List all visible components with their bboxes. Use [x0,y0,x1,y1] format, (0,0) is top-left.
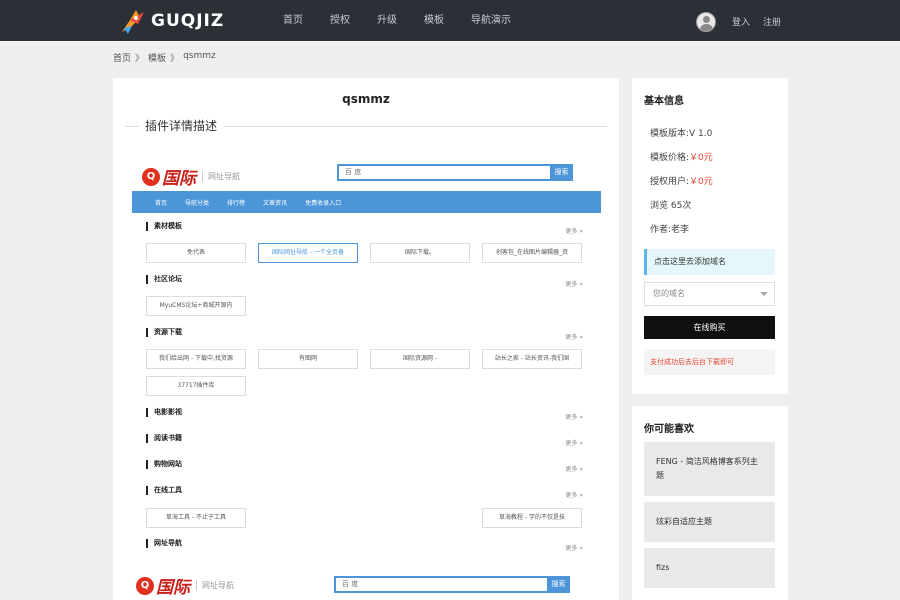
rocket-logo-icon [122,10,144,34]
top-navbar: GUQJIZ 首页 授权 升级 模板 导航演示 登入 注册 [0,0,900,41]
buy-online-button[interactable]: 在线购买 [644,316,775,339]
breadcrumb-home[interactable]: 首页 [113,51,131,64]
template-preview-image: Q 国际 网址导航 百 度 搜索 首页 导航分类 排行榜 文章资讯 免费收录入口… [132,158,601,600]
auth-value: ￥0元 [689,177,713,187]
preview-link-box: 37717插件库 [146,376,246,396]
preview-more-link: 更多 » [565,466,583,473]
domain-select[interactable]: 您的域名 [644,282,775,306]
chevron-down-icon [760,292,768,296]
preview-nav: 首页 导航分类 排行榜 文章资讯 免费收录入口 [132,191,601,213]
preview-link-box: 我们给出网 - 下载中,找资源 [146,349,246,369]
template-version: 模板版本:V 1.0 [650,129,713,139]
view-count: 浏览 65次 [650,201,692,211]
basic-info-title: 基本信息 [644,96,684,107]
preview-logo-subtitle: 网址导航 [196,580,234,591]
login-link[interactable]: 登入 [732,0,750,46]
recommend-item[interactable]: 炫彩自适应主题 [644,502,775,542]
nav-license[interactable]: 授权 [330,0,350,41]
preview-more-link: 更多 » [565,440,583,447]
preview-search-button: 搜索 [547,576,570,593]
preview-more-link: 更多 » [565,414,583,421]
breadcrumb-separator: 》 [170,54,180,64]
preview-more-link: 更多 » [565,492,583,499]
license-price: 授权用户:￥0元 [650,174,713,187]
main-panel: qsmmz 插件详情描述 Q 国际 网址导航 百 度 搜索 首页 导航分类 排行… [113,78,619,600]
preview-nav-item: 首页 [155,199,168,207]
price-value: ￥0元 [689,153,713,163]
price-label: 模板价格: [650,153,690,163]
preview-link-box: 创客包_在线图片编辑器_资 [482,243,582,263]
payment-note: 支付成功后去后台下载即可 [644,349,775,375]
preview-search-input: 百 度 [334,576,547,593]
add-domain-link[interactable]: 点击这里去添加域名 [644,249,775,275]
register-link[interactable]: 注册 [763,0,781,46]
auth-label: 授权用户: [650,177,690,187]
author: 作者:老李 [650,225,690,235]
preview-logo-text: 国际 [162,169,196,189]
preview-link-box: 有图网 [258,349,358,369]
recommend-title: 你可能喜欢 [644,424,694,435]
recommend-item[interactable]: fizs [644,548,775,588]
preview-section-title: 阅读书籍 [146,434,182,443]
breadcrumb-current: qsmmz [183,51,216,61]
page-title: qsmmz [342,92,390,106]
preview-nav-item: 排行榜 [227,199,246,207]
nav-home[interactable]: 首页 [283,0,303,41]
preview-link-box: 国际下载。 [370,243,470,263]
logo-text: GUQJIZ [151,11,225,31]
preview-link-box: MyuCMS论坛+商城开源内 [146,296,246,316]
main-nav: 首页 授权 升级 模板 导航演示 [283,0,538,41]
nav-demo[interactable]: 导航演示 [471,0,511,41]
breadcrumb: 首页 》 模板 》 qsmmz [113,51,216,64]
preview-more-link: 更多 » [565,281,583,288]
preview-nav-item: 文章资讯 [263,199,288,207]
preview-section-title: 在线工具 [146,486,182,495]
template-price: 模板价格:￥0元 [650,150,713,163]
preview-link-box: 免代表 [146,243,246,263]
breadcrumb-templates[interactable]: 模板 [148,51,166,64]
breadcrumb-separator: 》 [135,54,145,64]
preview-section-title: 购物网站 [146,460,182,469]
recommend-item[interactable]: FENG - 简洁风格博客系列主题 [644,442,775,496]
preview-section-title: 电影影视 [146,408,182,417]
preview-logo-icon: Q [136,576,154,595]
site-logo[interactable]: GUQJIZ [118,6,228,36]
preview-logo-icon: Q [142,167,160,186]
preview-search-button: 搜索 [550,164,573,181]
preview-more-link: 更多 » [565,545,583,552]
preview-more-link: 更多 » [565,228,583,235]
preview-logo: Q 国际 网址导航 [136,573,234,598]
preview-section-title: 素材模板 [146,222,182,231]
preview-logo-text: 国际 [156,578,190,598]
preview-section-title: 网址导航 [146,539,182,548]
nav-templates[interactable]: 模板 [424,0,444,41]
preview-nav-item: 免费收录入口 [305,199,342,207]
section-label: 插件详情描述 [139,117,224,134]
user-avatar-icon[interactable] [696,12,716,32]
domain-placeholder: 您的域名 [653,289,685,298]
preview-link-box: 草海教程 - 学的不仅是技 [482,508,582,528]
preview-link-box: 站长之家 - 站长资讯-我们国 [482,349,582,369]
nav-upgrade[interactable]: 升级 [377,0,397,41]
preview-link-box: 草海工具 - 不止于工具 [146,508,246,528]
recommend-panel: 你可能喜欢 FENG - 简洁风格博客系列主题 炫彩自适应主题 fizs [632,406,788,600]
preview-section-title: 社区论坛 [146,275,182,284]
preview-section-title: 资源下载 [146,328,182,337]
preview-link-box: 国际资源网 - [370,349,470,369]
preview-search-input: 百 度 [337,164,550,181]
preview-nav-item: 导航分类 [185,199,210,207]
preview-logo: Q 国际 网址导航 [142,164,240,189]
preview-link-box: 国际网址导航 - 一个全页备 [258,243,358,263]
basic-info-panel: 基本信息 模板版本:V 1.0 模板价格:￥0元 授权用户:￥0元 浏览 65次… [632,78,788,394]
preview-more-link: 更多 » [565,334,583,341]
preview-logo-subtitle: 网址导航 [202,171,240,182]
preview-header: Q 国际 网址导航 百 度 搜索 [132,158,601,190]
